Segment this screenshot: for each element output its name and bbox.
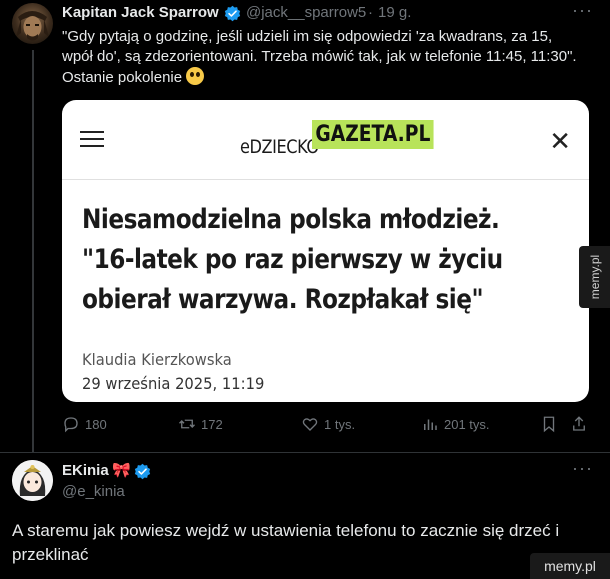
- thread-connector-line: [32, 50, 34, 452]
- verified-badge-icon: [134, 463, 151, 480]
- reply-count: 180: [85, 416, 107, 432]
- author-handle[interactable]: @jack__sparrow5: [246, 4, 366, 21]
- author-name[interactable]: Kapitan Jack Sparrow: [62, 4, 219, 21]
- reply-icon: [64, 417, 78, 433]
- tweet-text-line: Ostanie pokolenie: [62, 69, 183, 86]
- article-card[interactable]: eDZIECKO GAZETA.PL ✕ Niesamodzielna pols…: [62, 100, 589, 402]
- like-count: 1 tys.: [324, 416, 356, 432]
- separator-dot: ·: [368, 4, 373, 21]
- reply-author-name[interactable]: EKinia: [62, 462, 109, 479]
- tweet-text-line: wpół do', są zdezorientowani. Trzeba mów…: [62, 48, 577, 65]
- headline-line: "16-latek po raz pierwszy w życiu: [82, 244, 503, 275]
- girl-avatar-icon: [12, 460, 53, 501]
- tweet-timestamp[interactable]: 19 g.: [378, 4, 411, 21]
- article-author: Klaudia Kierzkowska: [82, 350, 232, 369]
- gazeta-logo: GAZETA.PL: [312, 120, 434, 149]
- bookmark-button[interactable]: [540, 415, 563, 433]
- close-icon: ✕: [549, 126, 571, 156]
- views-chart-icon: [424, 419, 437, 430]
- headline-line: Niesamodzielna polska młodzież.: [82, 204, 500, 235]
- watermark-bottom: memy.pl: [530, 553, 610, 579]
- verified-badge-icon: [224, 5, 241, 22]
- reply-button[interactable]: 180: [62, 415, 107, 433]
- more-options-button[interactable]: ···: [572, 0, 593, 21]
- tweet-text-line-last: Ostanie pokolenie: [62, 67, 602, 88]
- headline-line: obierał warzywa. Rozpłakał się": [82, 284, 484, 315]
- tweet-text: "Gdy pytają o godzinę, jeśli udzieli im …: [62, 27, 602, 88]
- watermark-side-text: memy.pl: [587, 254, 602, 300]
- tweet-text-line: "Gdy pytają o godzinę, jeśli udzieli im …: [62, 28, 553, 45]
- heart-icon: [302, 418, 318, 431]
- edziecko-logo: eDZIECKO: [240, 136, 319, 158]
- bookmark-icon: [543, 416, 555, 433]
- article-headline: Niesamodzielna polska młodzież. "16-late…: [82, 200, 564, 320]
- views-button[interactable]: 201 tys.: [421, 415, 490, 433]
- retweet-button[interactable]: 172: [178, 415, 223, 433]
- pirate-avatar-icon: [16, 11, 49, 41]
- retweet-icon: [179, 419, 195, 429]
- tweet-action-bar: 180 172 1 tys. 201 tys.: [62, 415, 592, 439]
- share-button[interactable]: [570, 415, 593, 433]
- retweet-count: 172: [201, 416, 223, 432]
- flushed-face-icon: [186, 67, 205, 85]
- reply-author-handle[interactable]: @e_kinia: [62, 483, 125, 500]
- article-date: 29 września 2025, 11:19: [82, 374, 265, 393]
- more-options-button[interactable]: ···: [572, 458, 593, 479]
- avatar[interactable]: [12, 460, 53, 501]
- share-icon: [573, 416, 585, 431]
- avatar[interactable]: [12, 3, 53, 44]
- hamburger-menu-icon: [80, 131, 104, 147]
- like-button[interactable]: 1 tys.: [301, 415, 355, 433]
- watermark-side: memy.pl: [579, 246, 610, 308]
- views-count: 201 tys.: [444, 416, 490, 432]
- divider: [0, 452, 610, 453]
- card-header: eDZIECKO GAZETA.PL ✕: [62, 100, 589, 180]
- ribbon-bow-icon: 🎀: [112, 462, 131, 479]
- reply-text: A staremu jak powiesz wejdź w ustawienia…: [12, 521, 560, 564]
